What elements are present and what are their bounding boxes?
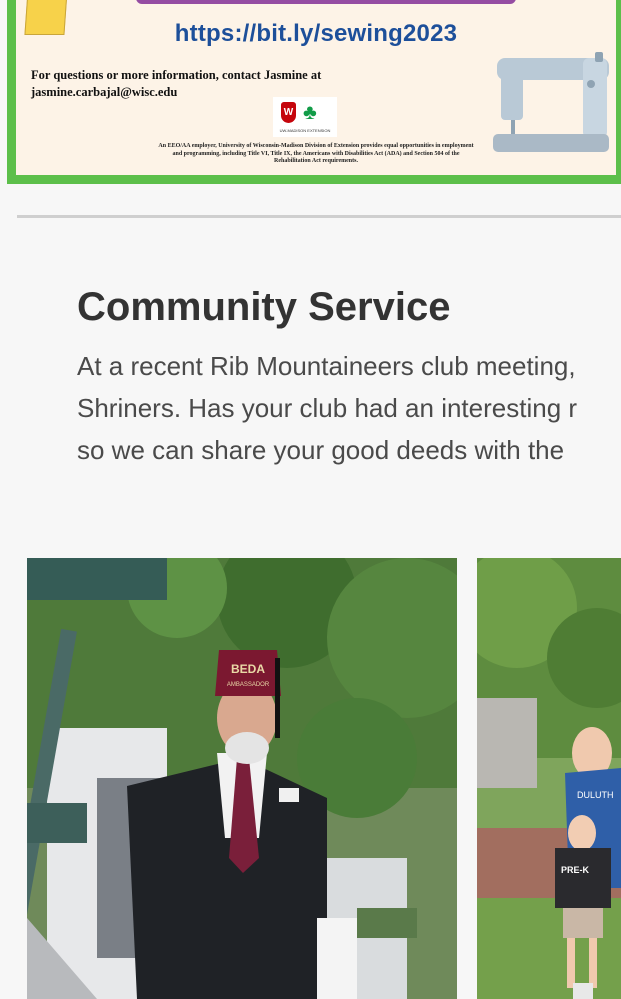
eeo-statement: An EEO/AA employer, University of Wiscon… <box>158 143 474 164</box>
flyer-header-bar <box>136 0 516 4</box>
shriner-photo-image: BEDA AMBASSADOR <box>27 558 457 999</box>
fez-text: BEDA <box>231 662 265 676</box>
flyer-content: https://bit.ly/sewing2023 For questions … <box>16 0 616 175</box>
contact-line-1: For questions or more information, conta… <box>31 68 322 82</box>
4h-clover-icon: ♣ <box>303 101 317 124</box>
logo-caption: UW-MADISON EXTENSION <box>279 128 331 133</box>
paragraph-line-1: At a recent Rib Mountaineers club meetin… <box>77 351 576 381</box>
paragraph-line-3: so we can share your good deeds with the <box>77 435 565 465</box>
paragraph-line-2: Shriners. Has your club had an interesti… <box>77 393 578 423</box>
kids-photo[interactable]: DULUTH PRE-K <box>477 558 621 999</box>
sewing-machine-icon <box>493 52 609 152</box>
fez-subtext: AMBASSADOR <box>227 682 270 688</box>
flyer-contact: For questions or more information, conta… <box>31 67 321 101</box>
uw-crest-icon: W <box>281 102 296 123</box>
sewing-flyer-banner[interactable]: https://bit.ly/sewing2023 For questions … <box>7 0 621 184</box>
uw-4h-logo: W ♣ UW-MADISON EXTENSION <box>273 97 337 137</box>
section-title: Community Service <box>77 285 451 329</box>
flyer-url[interactable]: https://bit.ly/sewing2023 <box>16 20 616 48</box>
kids-photo-image: DULUTH PRE-K <box>477 558 621 999</box>
duluth-shirt-text: DULUTH <box>577 790 614 800</box>
shriner-photo[interactable]: BEDA AMBASSADOR <box>27 558 457 999</box>
section-divider <box>17 215 621 218</box>
section-paragraph: At a recent Rib Mountaineers club meetin… <box>77 345 617 471</box>
prek-shirt-text: PRE-K <box>561 865 590 875</box>
